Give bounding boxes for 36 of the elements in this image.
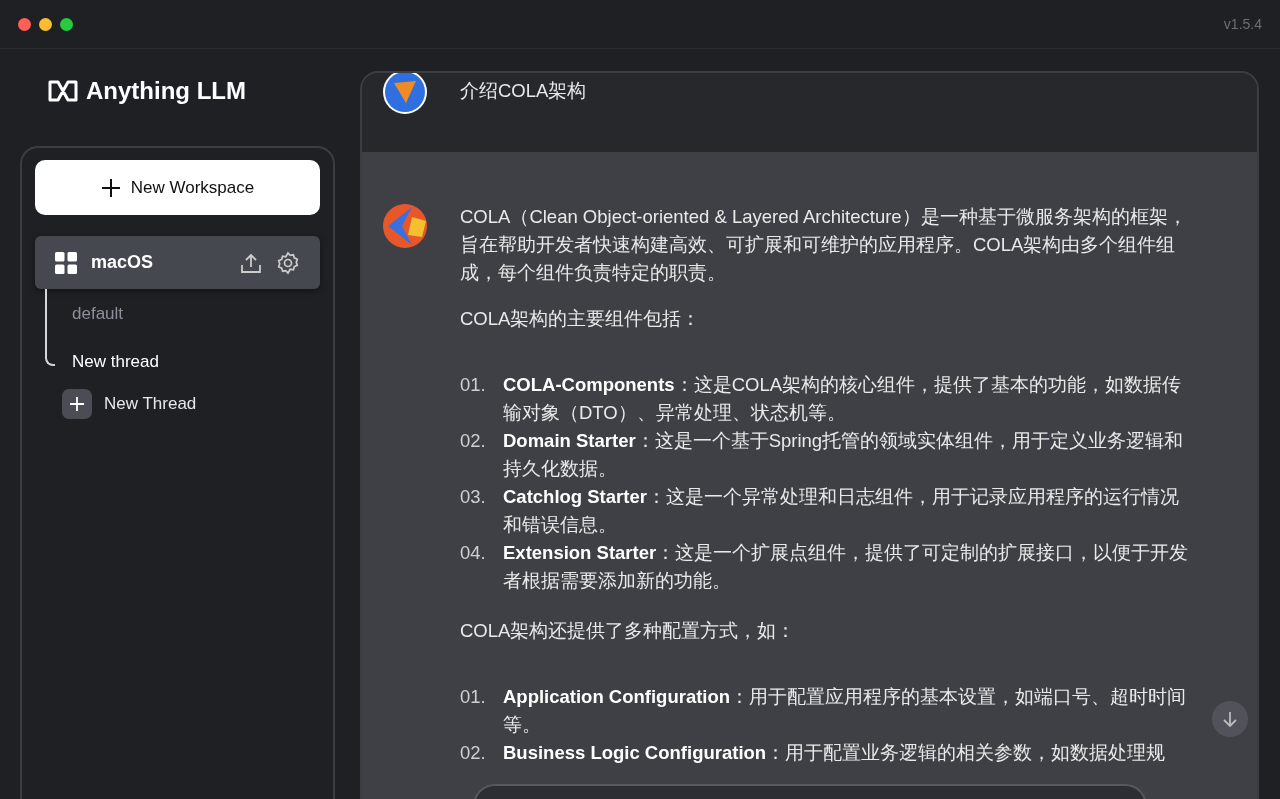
zoom-button[interactable] [60, 17, 73, 31]
minimize-button[interactable] [39, 17, 52, 31]
list-number: 02. [460, 741, 487, 765]
list-number: 03. [460, 485, 487, 509]
list-item-text: Domain Starter：这是一个基于Spring托管的领域实体组件，用于定义业务逻辑和持久化数据。 [503, 429, 1185, 481]
avatar-icon [382, 203, 428, 249]
scroll-down-button[interactable] [1212, 701, 1248, 737]
new-workspace-button[interactable]: New Workspace [35, 160, 320, 215]
list-number: 01. [460, 685, 487, 709]
avatar-icon [382, 73, 428, 115]
close-button[interactable] [18, 17, 31, 31]
workspace-item[interactable]: macOS [35, 236, 320, 289]
message-text: COLA架构的主要组件包括： [460, 307, 702, 331]
list-number: 02. [460, 429, 487, 453]
thread-item[interactable]: New thread [45, 337, 320, 385]
list-item-text: Application Configuration：用于配置应用程序的基本设置，如端口号、超时时间等。 [503, 685, 1188, 737]
message-text: 介绍COLA架构 [460, 79, 588, 103]
message-text: COLA（Clean Object-oriented & Layered Architecture）是一种基于微服务架构的框架，旨在帮助开发者快速构建高效、可扩展和可维护的应用程序。COLA架构由多个组件组成，每个组件负责特定的职责。 [460, 205, 1188, 285]
list-item-text: COLA-Components：这是COLA架构的核心组件，提供了基本的功能，如数据传输对象（DTO）、异常处理、状态机等。 [503, 373, 1182, 425]
thread-item[interactable]: default [45, 289, 320, 337]
list-number: 01. [460, 373, 487, 397]
upload-icon[interactable] [240, 251, 262, 274]
version-label: v1.5.4 [1223, 16, 1262, 32]
message-text: COLA架构还提供了多种配置方式，如： [460, 619, 797, 643]
new-thread-button[interactable]: New Thread [62, 389, 320, 419]
grid-icon [55, 251, 77, 274]
plus-icon [69, 396, 85, 412]
arrow-down-icon [1221, 710, 1239, 728]
plus-icon [100, 177, 121, 198]
list-item-text: Business Logic Configuration：用于配置业务逻辑的相关参数，如数据处理规 [503, 741, 1166, 765]
list-number: 04. [460, 541, 487, 565]
settings-icon[interactable] [276, 250, 300, 275]
brand-name: Anything LLM [86, 77, 246, 105]
list-item-text: Extension Starter：这是一个扩展点组件，提供了可定制的扩展接口，以便于开发者根据需要添加新的功能。 [503, 541, 1190, 593]
list-item-text: Catchlog Starter：这是一个异常处理和日志组件，用于记录应用程序的运行情况和错误信息。 [503, 485, 1180, 537]
logo-icon [48, 80, 78, 102]
